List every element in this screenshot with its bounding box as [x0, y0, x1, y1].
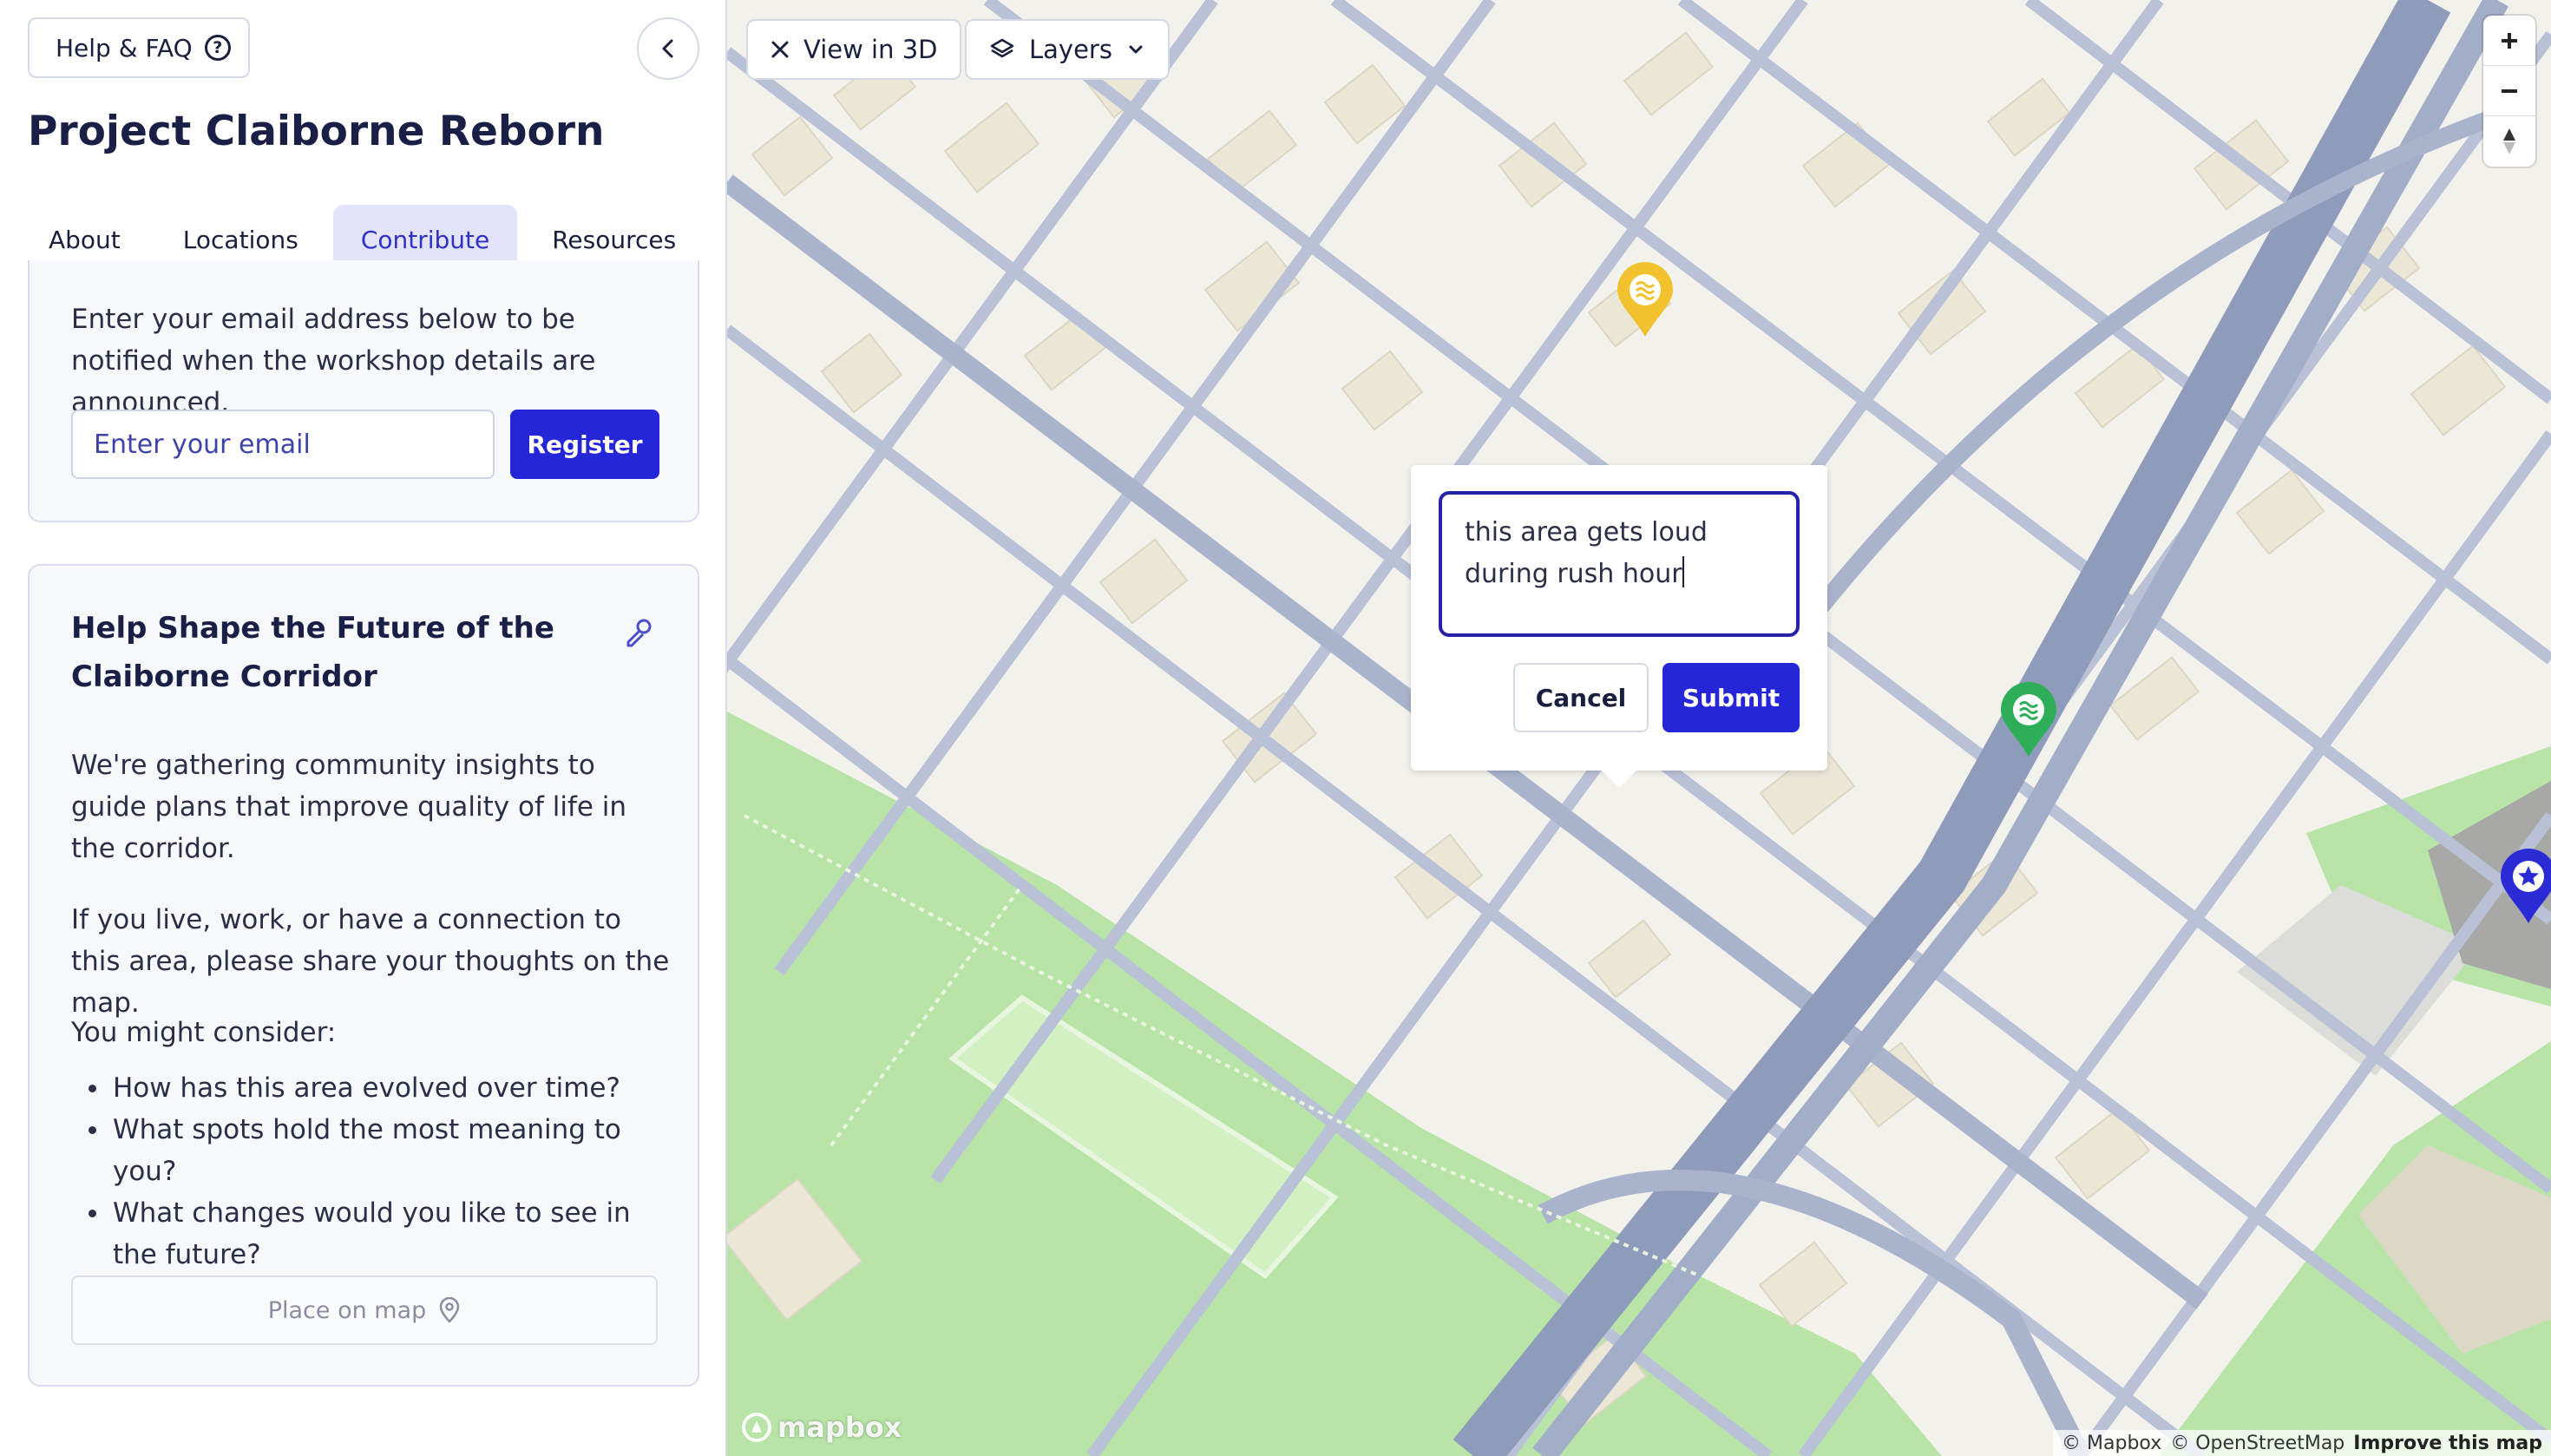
cancel-button[interactable]: Cancel: [1513, 663, 1649, 732]
question-circle-icon: ?: [204, 35, 231, 61]
improve-map-link[interactable]: Improve this map: [2353, 1433, 2542, 1454]
place-on-map-label: Place on map: [267, 1296, 427, 1324]
list-item: How has this area evolved over time?: [71, 1067, 679, 1109]
mapbox-icon: [742, 1413, 771, 1442]
close-icon: [771, 41, 789, 58]
attribution-mapbox-link[interactable]: © Mapbox: [2062, 1433, 2161, 1454]
consider-label: You might consider:: [71, 1017, 337, 1048]
chevron-left-icon: [662, 39, 673, 58]
register-button[interactable]: Register: [510, 410, 659, 479]
contribute-heading: Help Shape the Future of the Claiborne C…: [71, 611, 554, 694]
chevron-down-icon: [1129, 45, 1143, 54]
contribute-card: Help Shape the Future of the Claiborne C…: [28, 564, 699, 1387]
view-in-3d-button[interactable]: View in 3D: [746, 19, 962, 80]
mapbox-logo[interactable]: mapbox: [741, 1411, 902, 1444]
list-item: What spots hold the most meaning to you?: [71, 1109, 679, 1192]
list-item: What changes would you like to see in th…: [71, 1192, 679, 1276]
contribute-paragraph-1: We're gathering community insights to gu…: [71, 750, 627, 864]
help-faq-label: Help & FAQ: [56, 33, 193, 62]
compass-button[interactable]: [2483, 116, 2535, 167]
place-on-map-button[interactable]: Place on map: [71, 1276, 658, 1345]
attribution-osm-link[interactable]: © OpenStreetMap: [2170, 1433, 2344, 1454]
layers-button[interactable]: Layers: [965, 19, 1170, 80]
map-canvas[interactable]: View in 3D Layers this area gets loud du…: [727, 0, 2551, 1456]
contribute-paragraph-2: If you live, work, or have a connection …: [71, 904, 670, 1019]
plus-icon: [2502, 32, 2517, 49]
email-input[interactable]: [71, 410, 495, 479]
compass-icon: [2503, 128, 2515, 154]
sidebar: Help & FAQ ? Project Claiborne Reborn Ab…: [0, 0, 727, 1456]
map-attribution: © Mapbox © OpenStreetMap Improve this ma…: [2053, 1430, 2551, 1456]
layers-label: Layers: [1029, 35, 1112, 64]
question-list: How has this area evolved over time? Wha…: [71, 1067, 679, 1276]
zoom-in-button[interactable]: [2483, 16, 2535, 66]
help-faq-button[interactable]: Help & FAQ ?: [28, 17, 250, 78]
text-caret: [1682, 556, 1684, 587]
workshop-notify-card: Enter your email address below to be not…: [28, 260, 699, 522]
mapbox-logo-text: mapbox: [777, 1411, 902, 1444]
comment-line-2: during rush hour: [1465, 559, 1682, 589]
map-pin-icon: [440, 1297, 460, 1323]
page-title: Project Claiborne Reborn: [28, 108, 605, 155]
comment-line-1: this area gets loud: [1465, 517, 1708, 548]
view-in-3d-label: View in 3D: [803, 35, 938, 64]
comment-popup: this area gets loud during rush hour Can…: [1411, 465, 1827, 788]
pen-icon: [626, 619, 652, 647]
submit-button[interactable]: Submit: [1662, 663, 1800, 732]
comment-textarea[interactable]: this area gets loud during rush hour: [1439, 491, 1800, 637]
zoom-controls: [2483, 16, 2535, 167]
zoom-out-button[interactable]: [2483, 66, 2535, 116]
collapse-sidebar-button[interactable]: [637, 17, 699, 80]
minus-icon: [2502, 89, 2517, 93]
layers-icon: [990, 38, 1014, 58]
notify-description: Enter your email address below to be not…: [71, 304, 596, 418]
